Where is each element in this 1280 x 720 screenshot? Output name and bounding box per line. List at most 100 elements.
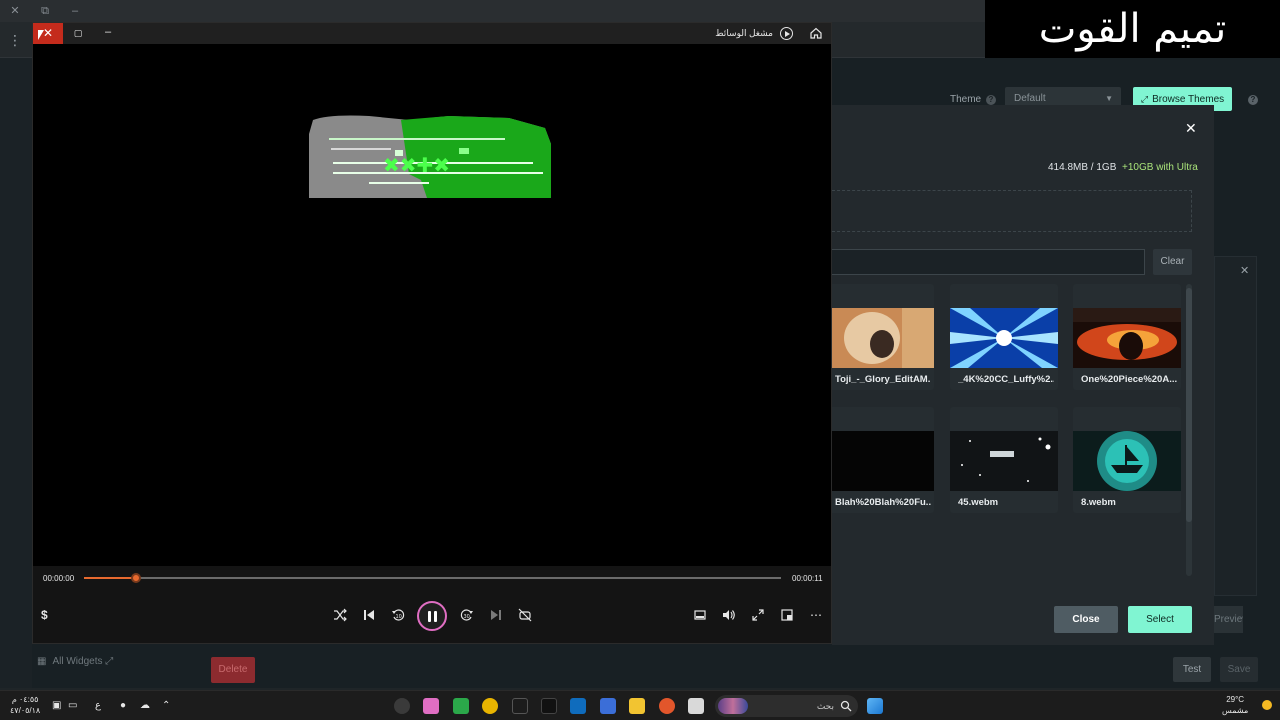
fullscreen-icon[interactable]	[747, 604, 769, 626]
storage-usage: 414.8MB / 1GB	[1048, 162, 1117, 173]
grid-icon: ▦	[37, 656, 47, 667]
chevron-up-icon[interactable]: ⌃	[162, 699, 170, 713]
forward-30-icon[interactable]: 30	[456, 604, 478, 626]
weather-desc: مشمس	[1222, 706, 1249, 715]
help-icon[interactable]: ?	[1248, 95, 1258, 105]
player-title-bar: ✕ ▢ – مشغل الوسائط	[33, 23, 831, 44]
menu-kebab-icon[interactable]: ⋮	[8, 33, 22, 47]
media-thumbnail	[1073, 431, 1181, 491]
media-tile[interactable]: Toji_-_Glory_EditAM...	[832, 284, 934, 390]
display-icon[interactable]: ▭	[68, 699, 77, 713]
browser-minimize-icon[interactable]: –	[68, 4, 82, 18]
miniplayer-icon[interactable]	[689, 604, 711, 626]
browser-restore-icon[interactable]: ⧉	[38, 4, 52, 18]
media-player-window: ✕ ▢ – مشغل الوسائط ✖✖✚✖ 00:00:00 00:00:1…	[32, 22, 832, 644]
media-search-input[interactable]	[832, 249, 1145, 275]
scrollbar-thumb[interactable]	[1186, 288, 1192, 522]
modal-close-icon[interactable]: ✕	[1185, 120, 1197, 137]
media-player-taskbar-icon[interactable]	[394, 698, 410, 714]
taskbar-clock[interactable]: ٠٤:٥٥ م ٤٧/٠٥/١٨	[10, 694, 40, 716]
media-tile[interactable]: Blah%20Blah%20Fu...	[832, 407, 934, 513]
mouse-cursor-icon	[38, 30, 44, 40]
media-player-logo-icon	[780, 27, 793, 40]
test-button[interactable]: Test	[1173, 657, 1211, 682]
delete-button[interactable]: Delete	[211, 657, 255, 683]
clock-time: ٠٤:٥٥ م	[11, 695, 39, 704]
select-button[interactable]: Select	[1128, 606, 1192, 633]
repeat-off-icon[interactable]	[514, 604, 536, 626]
weather-widget[interactable]: 29°C مشمس	[1222, 694, 1248, 716]
external-link-icon: ⤢	[105, 656, 114, 667]
file-explorer-icon[interactable]	[629, 698, 645, 714]
clear-button[interactable]: Clear	[1153, 249, 1192, 275]
pause-icon-bar	[434, 611, 437, 622]
app-green-icon[interactable]	[453, 698, 469, 714]
home-icon[interactable]	[809, 26, 823, 40]
media-tile[interactable]: One%20Piece%20A...	[1073, 284, 1181, 390]
theme-select-value: Default	[1014, 93, 1046, 104]
preview-button[interactable]: Preview	[1214, 606, 1243, 633]
player-title: مشغل الوسائط	[715, 28, 773, 38]
media-tile-name: 8.webm	[1081, 497, 1116, 508]
current-time: 00:00:00	[43, 574, 75, 583]
store-icon[interactable]	[600, 698, 616, 714]
duration-time: 00:00:11	[792, 574, 823, 583]
pause-icon	[428, 611, 431, 622]
seek-progress	[84, 577, 137, 579]
start-windows-icon[interactable]	[867, 698, 883, 714]
volume-icon[interactable]	[718, 604, 740, 626]
sun-icon	[1262, 700, 1272, 710]
save-button[interactable]: Save	[1220, 657, 1258, 682]
previous-icon[interactable]	[358, 604, 380, 626]
discord-icon[interactable]	[423, 698, 439, 714]
window-minimize-icon[interactable]: –	[101, 23, 115, 44]
media-scrollbar[interactable]	[1186, 284, 1192, 576]
next-icon[interactable]	[485, 604, 507, 626]
language-indicator[interactable]: ع	[95, 699, 101, 713]
side-panel-close-icon[interactable]: ✕	[1240, 264, 1249, 277]
all-widgets-link[interactable]: ▦ All Widgets ⤢	[37, 656, 113, 667]
chrome-icon[interactable]	[482, 698, 498, 714]
outlook-icon[interactable]	[570, 698, 586, 714]
theme-help-icon[interactable]: ?	[986, 95, 996, 105]
upload-dropzone[interactable]	[832, 190, 1192, 232]
cloud-icon[interactable]: ☁	[140, 699, 150, 713]
media-tile[interactable]: 8.webm	[1073, 407, 1181, 513]
seek-bar[interactable]	[84, 573, 781, 583]
weather-temp: 29°C	[1226, 695, 1245, 704]
close-button[interactable]: Close	[1054, 606, 1118, 633]
more-options-icon[interactable]: ⋯	[805, 604, 827, 626]
overlay-banner-text: تميم القوت	[985, 0, 1280, 58]
tiktok-icon[interactable]	[541, 698, 557, 714]
browse-themes-label: Browse Themes	[1152, 94, 1225, 105]
media-thumbnail	[1073, 308, 1181, 368]
search-icon	[840, 700, 852, 712]
pause-button[interactable]	[417, 601, 447, 631]
svg-text:✖✖✚✖: ✖✖✚✖	[383, 153, 450, 177]
media-tile[interactable]: 45.webm	[950, 407, 1058, 513]
media-tile-name: Blah%20Blah%20Fu...	[835, 497, 931, 508]
app-white-icon[interactable]	[688, 698, 704, 714]
seek-handle[interactable]	[131, 573, 142, 583]
notification-icon[interactable]: ▣	[52, 699, 61, 713]
microphone-icon[interactable]: ●	[120, 699, 126, 713]
side-panel	[1214, 256, 1257, 596]
taskbar-search[interactable]: بحث	[715, 695, 858, 717]
rewind-10-icon[interactable]: 10	[387, 604, 409, 626]
media-tile[interactable]: _4K%20CC_Luffy%2...	[950, 284, 1058, 390]
app-orange-icon[interactable]	[659, 698, 675, 714]
window-maximize-icon[interactable]: ▢	[71, 23, 85, 44]
clock-date: ٤٧/٠٥/١٨	[10, 706, 41, 715]
media-tile-name: 45.webm	[958, 497, 999, 508]
compact-overlay-icon[interactable]	[776, 604, 798, 626]
media-thumbnail	[950, 308, 1058, 368]
media-tile-name: _4K%20CC_Luffy%2...	[958, 374, 1054, 385]
storage-upsell-link[interactable]: +10GB with Ultra	[1122, 162, 1198, 173]
app-dark-icon[interactable]	[512, 698, 528, 714]
left-symbol: $	[41, 608, 48, 622]
svg-text:10: 10	[396, 614, 402, 620]
shuffle-icon[interactable]	[329, 604, 351, 626]
video-area[interactable]: ✖✖✚✖	[33, 44, 831, 587]
theme-label: Theme	[950, 94, 982, 105]
browser-close-icon[interactable]: ✕	[8, 4, 22, 18]
